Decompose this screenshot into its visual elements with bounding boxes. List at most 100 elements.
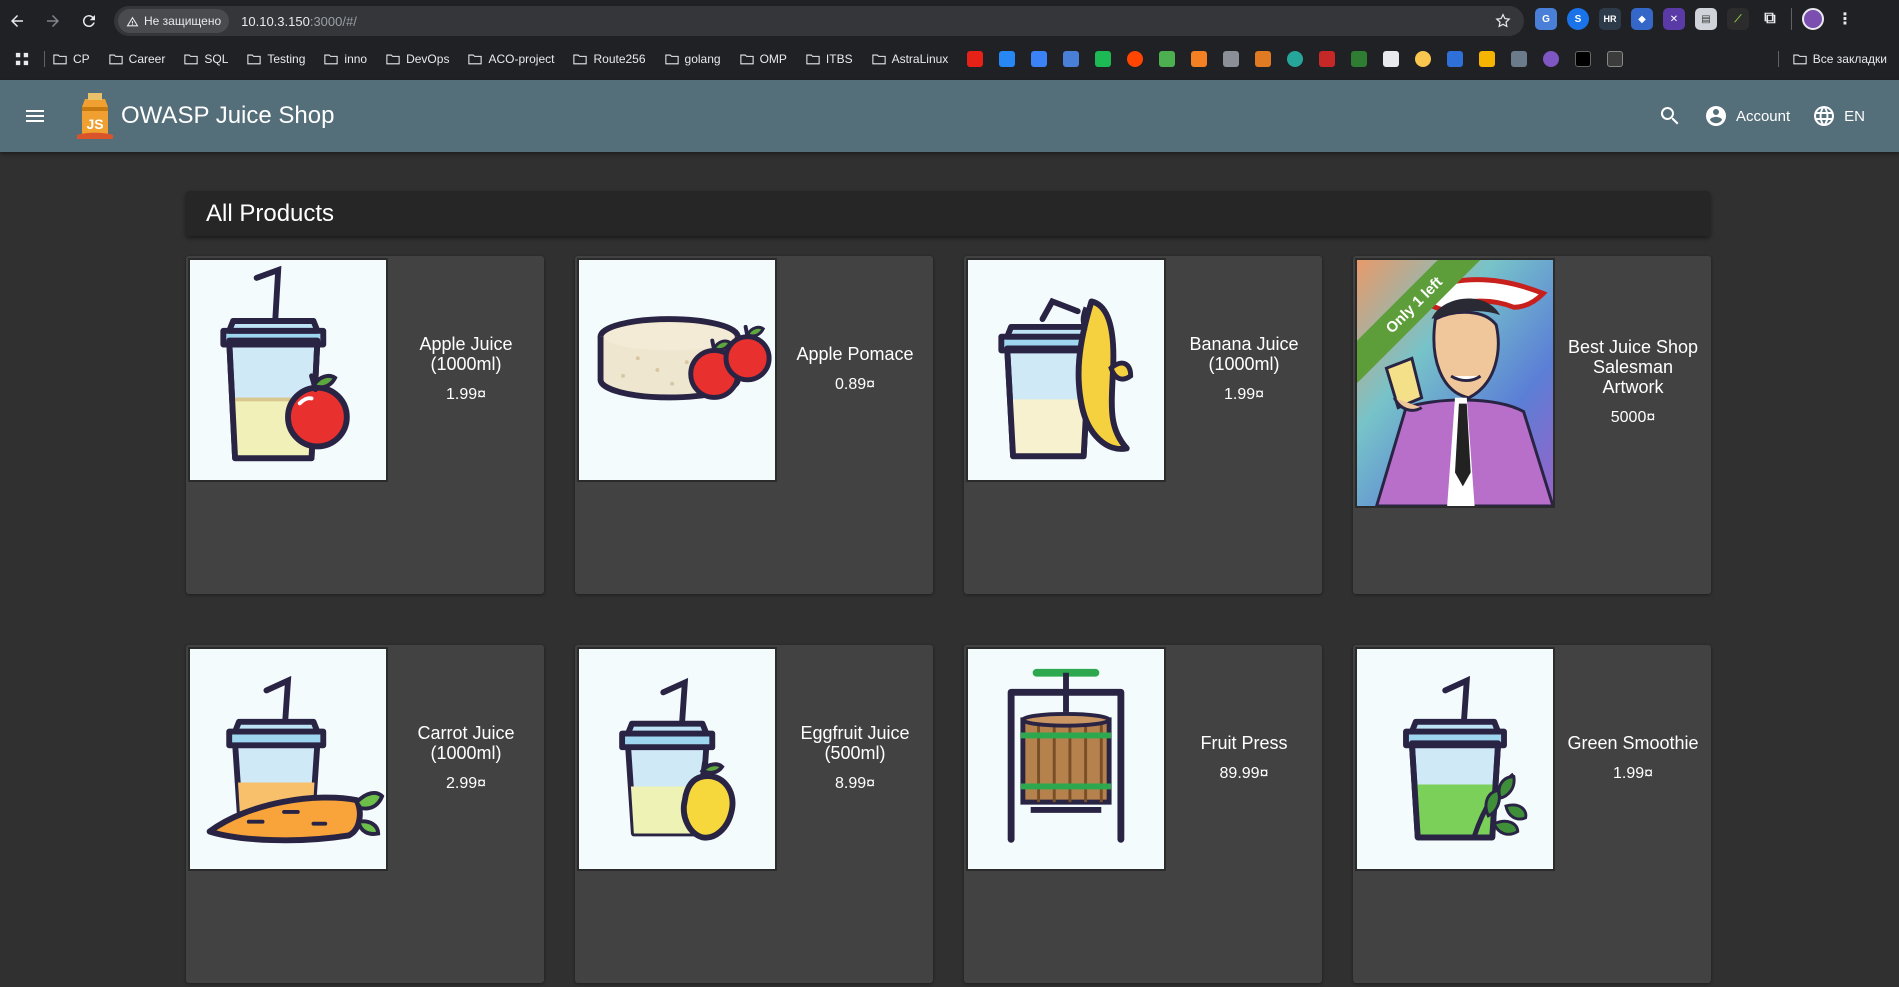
product-image[interactable] xyxy=(188,647,388,871)
bar-chart-bookmark-icon[interactable] xyxy=(1479,51,1496,67)
product-name: Best Juice Shop Salesman Artwork xyxy=(1567,337,1699,397)
sync-extension-icon[interactable]: S xyxy=(1567,8,1589,30)
link-bookmark-icon[interactable] xyxy=(1383,51,1400,67)
banana-juice-icon xyxy=(998,297,1134,460)
translate-bookmark-icon[interactable] xyxy=(1063,51,1080,67)
shield-extension-icon[interactable]: ◆ xyxy=(1631,8,1653,30)
product-image[interactable] xyxy=(966,258,1166,482)
yellow-bookmark-icon[interactable] xyxy=(1415,51,1432,67)
product-info: Green Smoothie 1.99¤ xyxy=(1555,645,1711,871)
bookmark-folder[interactable]: Testing xyxy=(247,52,305,66)
reddit-bookmark-icon[interactable] xyxy=(1127,51,1144,67)
purple-bookmark-icon[interactable] xyxy=(1543,51,1560,67)
gray-bookmark-icon[interactable] xyxy=(1607,51,1624,67)
all-bookmarks[interactable]: Все закладки xyxy=(1777,51,1887,67)
puzzle-extensions-icon[interactable]: ⧉ xyxy=(1759,8,1781,30)
security-chip[interactable]: Не защищено xyxy=(118,9,230,33)
product-image[interactable] xyxy=(577,647,777,871)
language-button[interactable]: EN xyxy=(1806,98,1871,134)
stack-bookmark-icon[interactable] xyxy=(1191,51,1208,67)
product-image[interactable] xyxy=(1355,647,1555,871)
vk-bookmark-icon[interactable] xyxy=(999,51,1016,67)
omnibox[interactable]: Не защищено 10.10.3.150:3000/#/ xyxy=(114,6,1524,36)
profile-avatar-icon[interactable] xyxy=(1802,8,1824,30)
app-title[interactable]: OWASP Juice Shop xyxy=(121,102,334,130)
pen-extension-icon[interactable]: ⟋ xyxy=(1727,8,1749,30)
product-card[interactable]: Fruit Press 89.99¤ xyxy=(964,645,1322,983)
url-host: 10.10.3.150 xyxy=(241,13,310,29)
folder-icon xyxy=(247,54,262,65)
product-card[interactable]: Green Smoothie 1.99¤ xyxy=(1353,645,1711,983)
bookmark-folder[interactable]: CP xyxy=(53,52,90,66)
bookmark-label: OMP xyxy=(759,52,787,66)
chart-bookmark-icon[interactable] xyxy=(1159,51,1176,67)
search-button[interactable] xyxy=(1652,98,1688,134)
product-image[interactable] xyxy=(966,647,1166,871)
bookmark-label: AstraLinux xyxy=(891,52,949,66)
purple-extension-icon[interactable]: ✕ xyxy=(1663,8,1685,30)
product-card[interactable]: Only 1 left Best Juice Shop Salesman Art… xyxy=(1353,256,1711,594)
forward-arrow-icon xyxy=(47,15,59,27)
carrot-juice-icon xyxy=(206,675,385,844)
warning-triangle-icon xyxy=(126,16,139,26)
folder-icon xyxy=(324,54,339,65)
product-card[interactable]: Eggfruit Juice (500ml) 8.99¤ xyxy=(575,645,933,983)
bookmark-folder[interactable]: Route256 xyxy=(573,52,646,66)
bookmark-folder[interactable]: AstraLinux xyxy=(871,52,949,66)
product-image[interactable] xyxy=(577,258,777,482)
extensions-bar: G S HR ◆ ✕ ▤ ⟋ ⧉ ⋮ xyxy=(1535,8,1856,30)
translate-extension-icon[interactable]: G xyxy=(1535,8,1557,30)
product-image[interactable]: Only 1 left xyxy=(1355,258,1555,508)
product-name: Eggfruit Juice (500ml) xyxy=(800,723,910,763)
back-button[interactable] xyxy=(0,4,34,38)
document-extension-icon[interactable]: ▤ xyxy=(1695,8,1717,30)
bookmark-folder[interactable]: SQL xyxy=(184,52,228,66)
product-image[interactable] xyxy=(188,258,388,482)
bookmarks-bar: CP Career SQL Testing inno DevOps ACO-pr… xyxy=(0,46,1899,72)
youtube-bookmark-icon[interactable] xyxy=(967,51,984,67)
bookmark-separator xyxy=(44,51,45,67)
folder-icon xyxy=(109,54,123,65)
black-bookmark-icon[interactable] xyxy=(1575,51,1592,67)
product-card[interactable]: Apple Pomace 0.89¤ xyxy=(575,256,933,594)
folder-icon xyxy=(871,54,886,65)
url-rest: :3000/#/ xyxy=(309,13,357,29)
folder-icon xyxy=(468,54,483,65)
account-button[interactable]: Account xyxy=(1698,98,1796,134)
hr-extension-icon[interactable]: HR xyxy=(1599,8,1621,30)
forward-button[interactable] xyxy=(36,4,70,38)
page-title: All Products xyxy=(186,191,1710,236)
bookmark-folder[interactable]: inno xyxy=(324,52,367,66)
bookmark-folder[interactable]: DevOps xyxy=(386,52,449,66)
bookmark-label: inno xyxy=(344,52,368,66)
app-toolbar: JS OWASP Juice Shop Account EN xyxy=(0,80,1899,152)
green-w-bookmark-icon[interactable] xyxy=(1351,51,1368,67)
more-menu-icon[interactable]: ⋮ xyxy=(1834,8,1856,30)
red-x-bookmark-icon[interactable] xyxy=(1319,51,1336,67)
bookmark-folder[interactable]: OMP xyxy=(739,52,787,66)
reload-button[interactable] xyxy=(72,4,106,38)
bookmark-folder[interactable]: ACO-project xyxy=(468,52,554,66)
bookmark-label: CP xyxy=(73,52,90,66)
bookmark-folder[interactable]: golang xyxy=(664,52,721,66)
fruit-press-icon xyxy=(1007,668,1125,843)
apps-grid-icon[interactable] xyxy=(12,49,32,69)
bookmark-folder[interactable]: ITBS xyxy=(806,52,853,66)
product-info: Fruit Press 89.99¤ xyxy=(1166,645,1322,871)
product-card[interactable]: Apple Juice (1000ml) 1.99¤ xyxy=(186,256,544,594)
product-info: Apple Pomace 0.89¤ xyxy=(777,256,933,482)
product-card[interactable]: Banana Juice (1000ml) 1.99¤ xyxy=(964,256,1322,594)
graduation-bookmark-icon[interactable] xyxy=(1511,51,1528,67)
glasses-bookmark-icon[interactable] xyxy=(1223,51,1240,67)
product-card[interactable]: Carrot Juice (1000ml) 2.99¤ xyxy=(186,645,544,983)
juice-shop-logo[interactable]: JS xyxy=(73,89,117,143)
bookmark-label: Route256 xyxy=(593,52,646,66)
blue-bookmark-icon[interactable] xyxy=(1031,51,1048,67)
green-bookmark-icon[interactable] xyxy=(1095,51,1112,67)
bookmark-folder[interactable]: Career xyxy=(109,52,165,66)
teal-bookmark-icon[interactable] xyxy=(1287,51,1304,67)
stackoverflow-bookmark-icon[interactable] xyxy=(1255,51,1272,67)
sidenav-menu-button[interactable] xyxy=(15,96,55,136)
blue-shield-bookmark-icon[interactable] xyxy=(1447,51,1464,67)
bookmark-star-icon[interactable] xyxy=(1494,12,1512,30)
